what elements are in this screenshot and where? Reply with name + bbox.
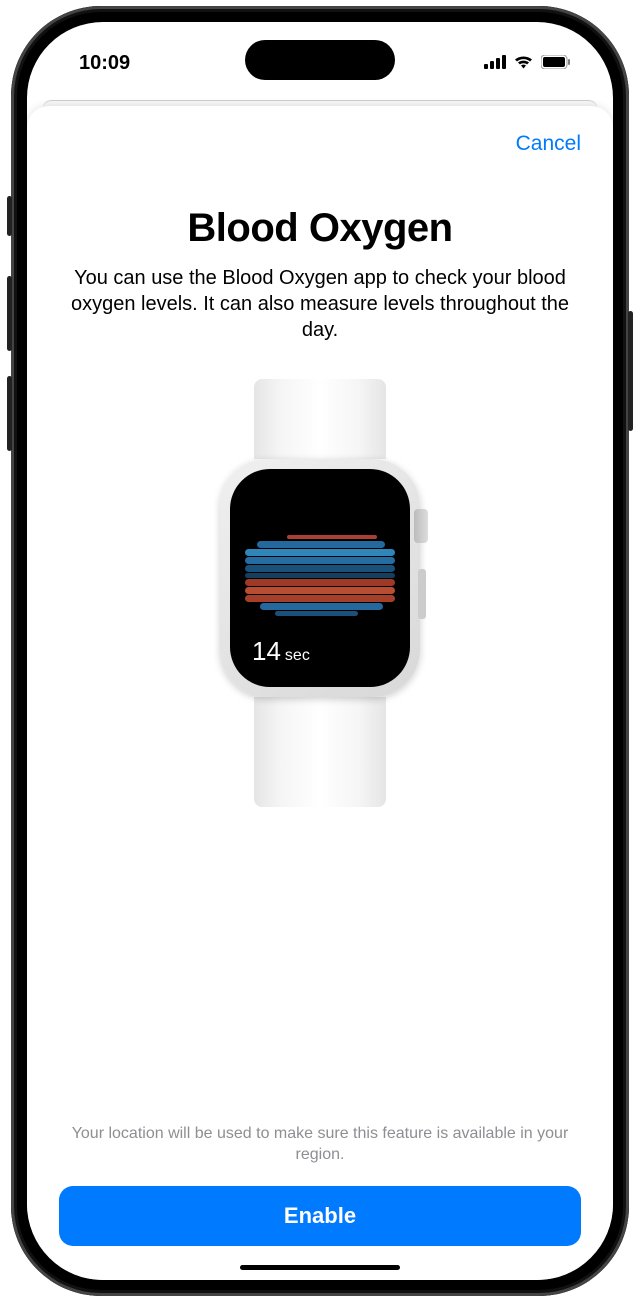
status-indicators — [484, 52, 571, 75]
page-title: Blood Oxygen — [51, 206, 589, 251]
phone-frame: 10:09 Cancel Blood Oxygen — [11, 6, 629, 1296]
watch-case: 14 sec — [220, 459, 420, 697]
watch-band-bottom — [254, 697, 386, 807]
battery-icon — [541, 52, 571, 75]
watch-side-button — [418, 569, 426, 619]
watch-illustration: 14 sec — [51, 379, 589, 1124]
phone-power-button — [628, 311, 633, 431]
modal-sheet: Cancel Blood Oxygen You can use the Bloo… — [27, 106, 613, 1280]
footer: Your location will be used to make sure … — [51, 1124, 589, 1280]
location-disclaimer: Your location will be used to make sure … — [59, 1124, 581, 1166]
phone-silent-switch — [7, 196, 12, 236]
watch-band-top — [254, 379, 386, 459]
phone-volume-down — [7, 376, 12, 451]
cancel-button[interactable]: Cancel — [516, 132, 581, 156]
dynamic-island — [245, 40, 395, 80]
enable-button[interactable]: Enable — [59, 1186, 581, 1246]
watch-crown — [414, 509, 428, 543]
apple-watch: 14 sec — [205, 379, 435, 1124]
status-time: 10:09 — [79, 52, 130, 75]
watch-screen: 14 sec — [230, 469, 410, 687]
phone-volume-up — [7, 276, 12, 351]
timer-value: 14 — [252, 636, 281, 667]
cellular-icon — [484, 52, 506, 75]
timer-unit: sec — [285, 647, 310, 665]
screen: 10:09 Cancel Blood Oxygen — [27, 22, 613, 1280]
home-indicator[interactable] — [240, 1265, 400, 1270]
page-description: You can use the Blood Oxygen app to chec… — [51, 265, 589, 343]
wifi-icon — [513, 52, 534, 75]
oxygen-wave-icon — [245, 531, 395, 625]
watch-timer: 14 sec — [252, 636, 310, 667]
nav-bar: Cancel — [51, 122, 589, 166]
